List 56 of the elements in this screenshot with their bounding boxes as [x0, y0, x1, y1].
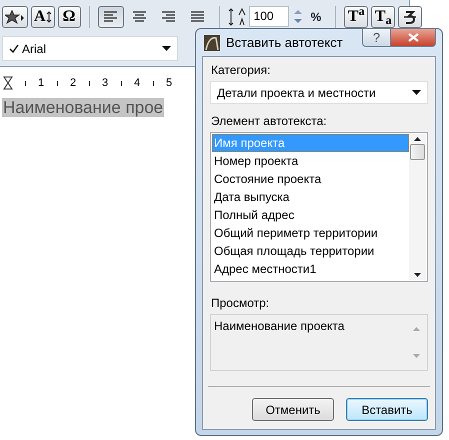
preview-label: Просмотр:	[211, 296, 270, 310]
align-left-icon	[103, 11, 118, 22]
ruler-tick	[57, 80, 58, 86]
document-text: Наименование прое	[2, 98, 164, 117]
app-icon	[204, 34, 220, 50]
element-label: Элемент автотекста:	[211, 114, 328, 128]
list-item[interactable]: Дата выпуска	[212, 188, 409, 206]
list-item[interactable]: Адрес местности1	[212, 260, 409, 278]
star-icon	[5, 10, 25, 24]
font-size-button[interactable]: A	[31, 6, 55, 28]
list-item[interactable]: Номер проекта	[212, 152, 409, 170]
up-down-arrow-icon	[46, 10, 52, 22]
list-item[interactable]: Общий периметр территории	[212, 224, 409, 242]
list-item[interactable]: Состояние проекта	[212, 170, 409, 188]
dropdown-arrow-icon	[412, 90, 421, 95]
ruler-tick	[25, 80, 26, 86]
struck-letter-icon	[403, 10, 418, 24]
indent-marker-icon[interactable]	[3, 76, 13, 90]
dropdown-arrow-icon	[162, 46, 171, 51]
spacing-field[interactable]: 100	[248, 6, 289, 27]
close-icon	[408, 33, 418, 42]
align-button[interactable]	[98, 6, 124, 28]
scrollbar[interactable]	[409, 134, 426, 280]
align-justify-icon	[190, 11, 206, 22]
ruler-number: 3	[100, 76, 110, 90]
list-item[interactable]: Общая площадь территории	[212, 242, 409, 260]
scroll-down-icon[interactable]	[414, 273, 421, 277]
unit-label: %	[310, 8, 322, 26]
ruler-number: 2	[68, 76, 78, 90]
font-dropdown[interactable]: Arial	[2, 36, 178, 61]
strikethrough-button[interactable]	[398, 6, 422, 28]
scroll-thumb[interactable]	[410, 144, 425, 160]
align-right-icon	[161, 11, 176, 22]
cancel-button[interactable]: Отменить	[252, 398, 334, 421]
close-button[interactable]	[391, 28, 436, 47]
category-dropdown[interactable]: Детали проекта и местности	[210, 81, 428, 104]
autotext-list[interactable]: Имя проекта Номер проекта Состояние проекта Дата выпуска Полный адрес Общий периметр территории Общая площадь территории Адрес местности1	[210, 132, 428, 282]
ruler-tick	[153, 80, 154, 86]
superscript-button[interactable]: T$^{a}$	[344, 6, 368, 28]
ruler-number: 5	[164, 76, 174, 90]
list-item[interactable]: Полный адрес	[212, 206, 409, 224]
special-character-button[interactable]: Ω	[58, 6, 81, 28]
line-spacing-icon	[228, 6, 246, 26]
preview-text: Наименование проекта	[213, 318, 346, 335]
ruler-number: 1	[36, 76, 46, 90]
subscript-button[interactable]: T$_{a}$	[371, 6, 396, 28]
ruler-number: 4	[132, 76, 142, 90]
category-label: Категория:	[211, 63, 272, 77]
ruler-tick	[89, 80, 90, 86]
ruler-tick	[121, 80, 122, 86]
star-button[interactable]	[2, 6, 28, 28]
insert-button[interactable]: Вставить	[346, 398, 428, 421]
align-center-icon	[132, 11, 148, 22]
help-button[interactable]: ?	[362, 28, 391, 47]
scroll-up-icon[interactable]	[414, 137, 421, 141]
dialog-title: Вставить автотекст	[226, 34, 343, 52]
